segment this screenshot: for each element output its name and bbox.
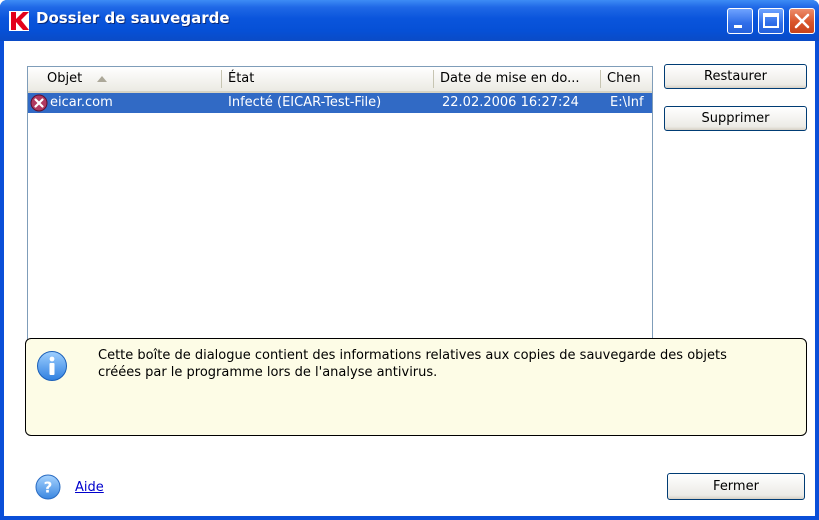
- maximize-button[interactable]: [758, 8, 784, 34]
- restore-button[interactable]: Restaurer: [664, 64, 807, 89]
- cell-state: Infecté (EICAR-Test-File): [228, 95, 382, 110]
- table-row[interactable]: eicar.com Infecté (EICAR-Test-File) 22.0…: [28, 93, 652, 113]
- minimize-button[interactable]: [727, 8, 753, 34]
- svg-text:?: ?: [44, 479, 53, 497]
- column-header-path[interactable]: Chen: [601, 67, 653, 91]
- infected-object-icon: [30, 94, 48, 112]
- column-header-state[interactable]: État: [222, 67, 433, 91]
- backup-list[interactable]: Objet État Date de mise en do... Chen ei…: [27, 66, 653, 363]
- info-text: Cette boîte de dialogue contient des inf…: [98, 348, 727, 380]
- dialog-window: Dossier de sauvegarde Objet État Date de…: [0, 0, 819, 520]
- cell-date: 22.02.2006 16:27:24: [442, 95, 579, 110]
- title-bar[interactable]: Dossier de sauvegarde: [0, 0, 819, 41]
- close-icon: [794, 13, 810, 29]
- window-title: Dossier de sauvegarde: [36, 9, 230, 27]
- close-window-button[interactable]: [789, 8, 815, 34]
- info-panel: Cette boîte de dialogue contient des inf…: [25, 338, 807, 436]
- help-icon[interactable]: ?: [35, 474, 61, 500]
- maximize-icon: [763, 13, 779, 28]
- help-link[interactable]: Aide: [75, 480, 104, 495]
- close-button[interactable]: Fermer: [667, 473, 805, 500]
- dialog-body: Objet État Date de mise en do... Chen ei…: [4, 41, 815, 516]
- cell-path: E:\Inf: [610, 95, 644, 110]
- minimize-icon: [734, 25, 742, 28]
- column-header-object[interactable]: Objet: [41, 67, 221, 91]
- info-icon: [37, 351, 67, 381]
- cell-object: eicar.com: [50, 95, 113, 110]
- list-header: Objet État Date de mise en do... Chen: [28, 67, 652, 93]
- column-header-date[interactable]: Date de mise en do...: [434, 67, 600, 91]
- sort-ascending-icon: [97, 76, 107, 82]
- delete-button[interactable]: Supprimer: [664, 106, 807, 131]
- kaspersky-logo-icon: [9, 11, 29, 31]
